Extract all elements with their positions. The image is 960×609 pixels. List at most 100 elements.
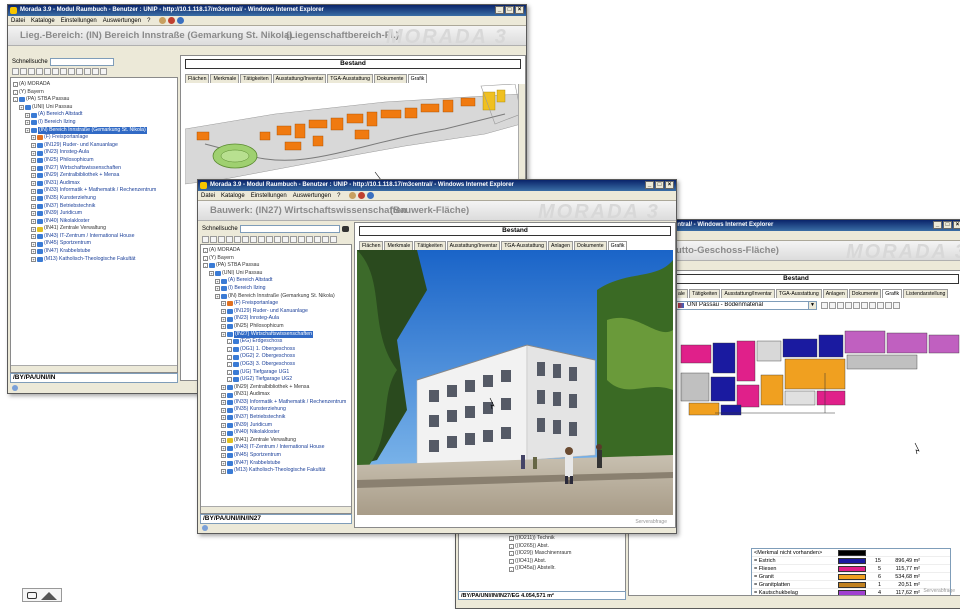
tab-grafik[interactable]: Grafik [607, 241, 628, 250]
tree-node[interactable]: + (IN43) IT-Zentrum / International House [203, 444, 349, 452]
menu-einstellungen[interactable]: Einstellungen [251, 191, 287, 201]
tool-icon-15[interactable] [314, 236, 321, 243]
tree-expander-icon[interactable]: + [25, 120, 30, 126]
site-map[interactable] [185, 84, 521, 194]
tab-dokumente[interactable]: Dokumente [848, 289, 882, 298]
tool-icon-9[interactable] [76, 68, 83, 75]
tool-c-icon[interactable] [845, 302, 852, 309]
maximize-icon[interactable]: □ [655, 181, 664, 189]
zoom-out-icon[interactable] [877, 302, 884, 309]
globe-icon[interactable] [177, 17, 185, 24]
tool-icon-12[interactable] [100, 68, 107, 75]
tool-icon-8[interactable] [68, 68, 75, 75]
tree-node[interactable]: + (IN27) Wirtschaftswissenschaften [13, 165, 175, 173]
tree-node[interactable]: + (IN43) IT-Zentrum / International House [13, 233, 175, 241]
tool-icon-10[interactable] [84, 68, 91, 75]
tree-node[interactable]: + (F) Freisportanlage [13, 134, 175, 142]
tool-icon-5[interactable] [44, 68, 51, 75]
tree-expander-icon[interactable]: + [31, 196, 36, 202]
tree-expander-icon[interactable]: + [221, 324, 226, 330]
tray-icon[interactable] [22, 588, 62, 602]
tree-expander-icon[interactable]: - [509, 559, 514, 565]
minimize-icon[interactable]: _ [645, 181, 654, 189]
menu-auswertungen[interactable]: Auswertungen [293, 191, 331, 201]
tool-icon-11[interactable] [282, 236, 289, 243]
tab-dokumente[interactable]: Dokumente [374, 74, 407, 83]
tree-node[interactable]: - (Y) Bayern [13, 89, 175, 97]
tree-node[interactable]: + (I) Bereich Ilzing [203, 285, 349, 293]
tree-expander-icon[interactable]: + [221, 468, 226, 474]
tree-expander-icon[interactable]: - [203, 255, 208, 261]
tree-expander-icon[interactable]: + [31, 218, 36, 224]
tree-node[interactable]: + (IN47) Krabbelstube [13, 248, 175, 256]
tree-expander-icon[interactable]: + [31, 158, 36, 164]
tree-node[interactable]: + (A) Bereich Altstadt [203, 277, 349, 285]
tool-icon-17[interactable] [330, 236, 337, 243]
tree-expander-icon[interactable]: + [31, 181, 36, 187]
tab-taetigkeiten[interactable]: Tätigkeiten [240, 74, 272, 83]
tree-expander-icon[interactable]: - [227, 354, 232, 360]
tab-tga[interactable]: TGA-Ausstattung [501, 241, 548, 250]
tree-expander-icon[interactable]: + [31, 234, 36, 240]
close-icon[interactable]: × [515, 6, 524, 14]
tree-expander-icon[interactable]: + [221, 422, 226, 428]
tree-expander-icon[interactable]: - [227, 369, 232, 375]
tree-node[interactable]: - ((IO29)) Maschinenraum [509, 550, 625, 558]
tab-flaechen[interactable]: Flächen [359, 241, 384, 250]
tab-ausstattung[interactable]: Ausstattung/Inventar [721, 289, 775, 298]
tab-tga[interactable]: TGA-Ausstattung [327, 74, 374, 83]
tree-node[interactable]: + (IN33) Informatik + Mathematik / Rechen… [203, 399, 349, 407]
tool-icon-4[interactable] [226, 236, 233, 243]
tree-expander-icon[interactable]: + [221, 400, 226, 406]
tree-expander-icon[interactable]: + [215, 286, 220, 292]
tool-icon-7[interactable] [250, 236, 257, 243]
tool-icon-1[interactable] [12, 68, 19, 75]
tree-expander-icon[interactable]: + [215, 293, 220, 299]
tree-expander-icon[interactable]: - [227, 362, 232, 368]
zoom-in-icon[interactable] [869, 302, 876, 309]
print-icon[interactable] [893, 302, 900, 309]
tree-node[interactable]: + (IN35) Kunsterziehung [13, 195, 175, 203]
tree-node[interactable]: + (IN37) Betriebstechnik [13, 203, 175, 211]
menu-kataloge[interactable]: Kataloge [221, 191, 245, 201]
tool-icon-11[interactable] [92, 68, 99, 75]
maximize-icon[interactable]: □ [943, 221, 952, 229]
tree-expander-icon[interactable]: - [13, 89, 18, 95]
tree-node[interactable]: + (M13) Katholisch-Theologische Fakultät [203, 467, 349, 475]
tree-expander-icon[interactable]: + [221, 453, 226, 459]
tool-b-icon[interactable] [837, 302, 844, 309]
maximize-icon[interactable]: □ [505, 6, 514, 14]
tree-node[interactable]: - (UG2) Tiefgarage UG2 [203, 376, 349, 384]
tree-node[interactable]: + (IN31) Audimax [203, 391, 349, 399]
tool-icon-10[interactable] [274, 236, 281, 243]
tree-expander-icon[interactable]: + [215, 278, 220, 284]
tree-node[interactable]: - (PA) STBA Passau [203, 262, 349, 270]
tab-ausstattung[interactable]: Ausstattung/Inventar [446, 241, 501, 250]
tree-expander-icon[interactable]: - [509, 566, 514, 572]
tree-expander-icon[interactable]: + [31, 143, 36, 149]
tree-node[interactable]: + (IN41) Zentrale Verwaltung [203, 437, 349, 445]
minimize-icon[interactable]: _ [495, 6, 504, 14]
tree-expander-icon[interactable]: + [221, 460, 226, 466]
tree-node[interactable]: - (UG) Tiefgarage UG1 [203, 369, 349, 377]
tool-d-icon[interactable] [853, 302, 860, 309]
tree-expander-icon[interactable]: - [13, 82, 18, 88]
tree-expander-icon[interactable]: + [25, 127, 30, 133]
tool-icon-6[interactable] [242, 236, 249, 243]
tool-a-icon[interactable] [829, 302, 836, 309]
tree-expander-icon[interactable]: + [221, 331, 226, 337]
tree-node[interactable]: + (F) Freisportanlage [203, 300, 349, 308]
tree-node[interactable]: + (UNI) Uni Passau [13, 104, 175, 112]
tool-icon-5[interactable] [234, 236, 241, 243]
tree-node[interactable]: + (I) Bereich Ilzing [13, 119, 175, 127]
tree-node[interactable]: + (IN) Bereich Innstraße (Gemarkung St. N… [13, 126, 175, 135]
tab-dokumente[interactable]: Dokumente [574, 241, 607, 250]
tree-expander-icon[interactable]: + [221, 316, 226, 322]
tab-listendarstellung[interactable]: Listendarstellung [903, 289, 949, 298]
tree-node[interactable]: + (IN27) Wirtschaftswissenschaften [203, 330, 349, 339]
tab-flaechen[interactable]: Flächen [185, 74, 210, 83]
more-icon[interactable] [821, 302, 828, 309]
tab-anlagen[interactable]: Anlagen [548, 241, 574, 250]
tool-icon-6[interactable] [52, 68, 59, 75]
tab-grafik[interactable]: Grafik [407, 74, 428, 83]
